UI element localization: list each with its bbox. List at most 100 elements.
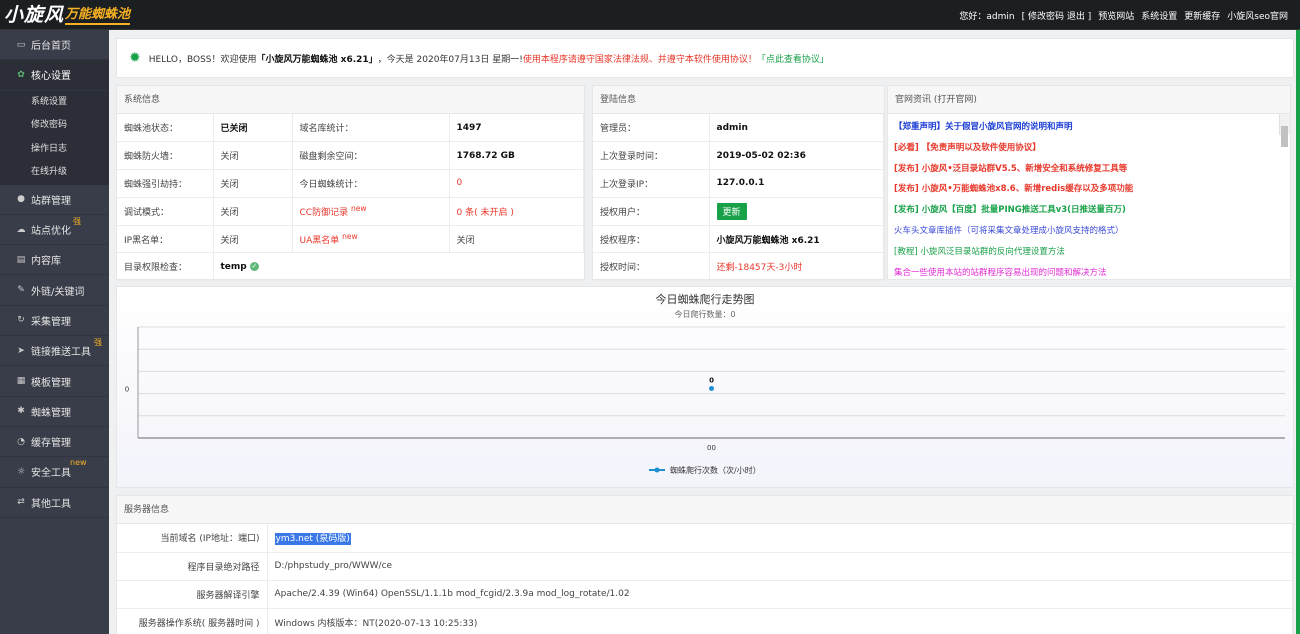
- check-icon: ✓: [249, 261, 259, 271]
- welcome-warning: 使用本程序请遵守国家法律法规、并遵守本软件使用协议！: [522, 54, 757, 65]
- label: 服务器解译引擎: [117, 580, 268, 609]
- sidebar-item-other-tools[interactable]: ⇄ 其他工具: [0, 488, 109, 518]
- welcome-banner: ✹ HELLO，BOSS！欢迎使用 「小旋风万能蜘蛛池 x6.21」 ，今天是 …: [116, 38, 1294, 78]
- sidebar-item-home[interactable]: ▭ 后台首页: [0, 30, 109, 61]
- label: 上次登录时间：: [593, 141, 710, 171]
- nav-official-site[interactable]: 小旋风seo官网: [1227, 9, 1288, 22]
- value: 关闭: [213, 197, 293, 226]
- legend-marker: [654, 467, 660, 473]
- logo-text-sub: 万能蜘蛛池: [65, 7, 131, 25]
- sidebar-item-template[interactable]: ▦ 模板管理: [0, 366, 109, 397]
- nav-preview-site[interactable]: 预览网站: [1098, 9, 1134, 22]
- news-item[interactable]: [发布] 小旋风【百度】批量PING推送工具v3(日推送量百万): [894, 200, 1290, 221]
- sidebar-subitem-change-password[interactable]: 修改密码: [0, 114, 109, 138]
- sidebar-item-spider[interactable]: ✱ 蜘蛛管理: [0, 397, 109, 427]
- sidebar-item-link-push[interactable]: ➤ 链接推送工具强: [0, 336, 109, 367]
- domain-value[interactable]: ym3.net (泉码版): [274, 533, 351, 546]
- last-login-time: 2019-05-02 02:36: [709, 141, 884, 171]
- shuffle-icon: ⇄: [17, 497, 25, 508]
- sidebar-item-label: 蜘蛛管理: [31, 407, 71, 419]
- top-bar: 小旋风 万能蜘蛛池 您好：admin [ 修改密码 退出 ] 预览网站 系统设置…: [0, 0, 1300, 30]
- update-button[interactable]: 更新: [716, 202, 747, 220]
- ua-blacklist-link[interactable]: UA黑名单 new: [292, 225, 450, 254]
- nav-system-settings[interactable]: 系统设置: [1141, 9, 1177, 22]
- sidebar-item-label: 外链/关键词: [31, 286, 85, 298]
- gear-icon: ✿: [17, 69, 25, 80]
- label: 磁盘剩余空间：: [292, 141, 450, 171]
- sidebar-item-collect[interactable]: ↻ 采集管理: [0, 306, 109, 337]
- news-item[interactable]: 集合一些使用本站的站群程序容易出现的问题和解决方法: [894, 263, 1290, 278]
- sidebar-item-label: 模板管理: [31, 377, 71, 389]
- sidebar-item-site-group[interactable]: ● 站群管理: [0, 185, 109, 215]
- label: 蜘蛛防火墙：: [117, 141, 214, 171]
- sidebar-item-links-keywords[interactable]: ✎ 外链/关键词: [0, 275, 109, 306]
- label: 调试模式：: [117, 197, 214, 226]
- data-label: 0: [709, 377, 714, 385]
- sidebar-subitem-operation-log[interactable]: 操作日志: [0, 138, 109, 162]
- system-info-panel: 系统信息 蜘蛛池状态： 已关闭 域名库统计： 1497 蜘蛛防火墙： 关闭 磁盘…: [116, 85, 585, 282]
- account-links[interactable]: [ 修改密码 退出 ]: [1022, 9, 1092, 22]
- os-value: Windows 内核版本：NT(2020-07-13 10:25:33): [267, 608, 1293, 634]
- sun-icon: ✹: [129, 50, 141, 66]
- badge-strong: 强: [73, 216, 81, 226]
- news-scrollbar[interactable]: [1279, 114, 1290, 147]
- news-item[interactable]: [发布] 小旋风•泛目录站群V5.5、新增安全和系统修复工具等: [894, 159, 1290, 180]
- grid-icon: ▦: [16, 376, 26, 387]
- label: 程序目录绝对路径: [117, 552, 268, 581]
- welcome-product: 「小旋风万能蜘蛛池 x6.21」: [256, 54, 378, 65]
- label: 服务器操作系统( 服务器时间 ): [117, 608, 268, 634]
- label: 蜘蛛池状态：: [117, 114, 214, 143]
- label: 今日蜘蛛统计：: [292, 169, 450, 198]
- auth-user-cell: 更新: [709, 197, 884, 226]
- chart-grid: 0: [125, 326, 1285, 439]
- pencil-icon: ✎: [17, 285, 25, 296]
- sidebar-subitem-system-settings[interactable]: 系统设置: [0, 91, 109, 115]
- label: 授权时间：: [593, 252, 710, 282]
- sidebar-item-cache[interactable]: ◔ 缓存管理: [0, 427, 109, 458]
- spider-chart: 今日蜘蛛爬行走势图 今日爬行数量：0 0 00 0 蜘蛛爬行次数（次/小时）: [116, 286, 1294, 488]
- news-item[interactable]: 【郑重声明】关于假冒小旋风官网的说明和声明: [894, 117, 1290, 138]
- sidebar-item-content-lib[interactable]: ▤ 内容库: [0, 245, 109, 276]
- cc-defense-link[interactable]: CC防御记录 new: [292, 197, 450, 226]
- chart-subtitle: 今日爬行数量：0: [674, 309, 735, 319]
- value: 关闭: [213, 169, 293, 198]
- sidebar-item-label: 其他工具: [31, 498, 71, 510]
- chart-marks: 000: [707, 377, 716, 453]
- dir-permission-value: temp ✓: [213, 252, 584, 282]
- news-item[interactable]: [教程] 小旋风泛目录站群的反向代理设置方法: [894, 242, 1290, 263]
- label: 蜘蛛强引劫持：: [117, 169, 214, 198]
- label: 目录权限检查：: [117, 252, 214, 282]
- news-title-link[interactable]: 官网资讯 (打开官网): [888, 86, 1290, 114]
- dashboard-icon: ◔: [17, 436, 25, 447]
- sidebar-item-label: 内容库: [31, 256, 61, 268]
- sidebar-item-site-optimize[interactable]: ☁ 站点优化强: [0, 215, 109, 246]
- main-content: ✹ HELLO，BOSS！欢迎使用 「小旋风万能蜘蛛池 x6.21」 ，今天是 …: [109, 30, 1300, 634]
- sidebar-item-label: 链接推送工具: [31, 347, 91, 359]
- x-tick-label: 00: [707, 444, 716, 452]
- scrollbar-thumb[interactable]: [1281, 126, 1288, 147]
- domain-count: 1497: [449, 114, 584, 143]
- sidebar-subitem-online-upgrade[interactable]: 在线升级: [0, 161, 109, 185]
- panel-title: 系统信息: [117, 86, 584, 114]
- badge-new: new: [70, 458, 87, 468]
- nav-update-cache[interactable]: 更新缓存: [1184, 9, 1220, 22]
- logo[interactable]: 小旋风 万能蜘蛛池: [4, 3, 131, 27]
- chart-legend[interactable]: 蜘蛛爬行次数（次/小时）: [649, 465, 761, 475]
- page-scrollbar[interactable]: [1296, 30, 1300, 634]
- engine-value: Apache/2.4.39 (Win64) OpenSSL/1.1.1b mod…: [267, 580, 1293, 609]
- agreement-link[interactable]: 「点此查看协议」: [757, 52, 829, 65]
- value: 关闭: [213, 141, 293, 171]
- path-value: D:/phpstudy_pro/WWW/ce: [267, 552, 1293, 581]
- news-list: 【郑重声明】关于假冒小旋风官网的说明和声明 [必看] 【免责声明以及软件使用协议…: [888, 114, 1290, 278]
- sidebar: ▭ 后台首页 ✿ 核心设置 系统设置 修改密码 操作日志 在线升级 ● 站群管理 ☁ 站…: [0, 30, 109, 634]
- y-tick-label: 0: [125, 386, 129, 394]
- welcome-date: ，今天是 2020年07月13日 星期一!: [377, 54, 523, 65]
- sidebar-item-security[interactable]: ☼ 安全工具 new: [0, 457, 109, 488]
- label: 管理员：: [593, 114, 710, 143]
- sidebar-item-label: 核心设置: [31, 71, 71, 83]
- news-item[interactable]: [必看] 【免责声明以及软件使用协议】: [894, 138, 1290, 159]
- news-item[interactable]: 火车头文章库插件（可将采集文章处理成小旋风支持的格式）: [894, 221, 1290, 242]
- news-item[interactable]: [发布] 小旋风•万能蜘蛛池x8.6、新增redis缓存以及多项功能: [894, 179, 1290, 200]
- sidebar-item-core-settings[interactable]: ✿ 核心设置: [0, 60, 109, 91]
- refresh-icon: ↻: [17, 315, 25, 326]
